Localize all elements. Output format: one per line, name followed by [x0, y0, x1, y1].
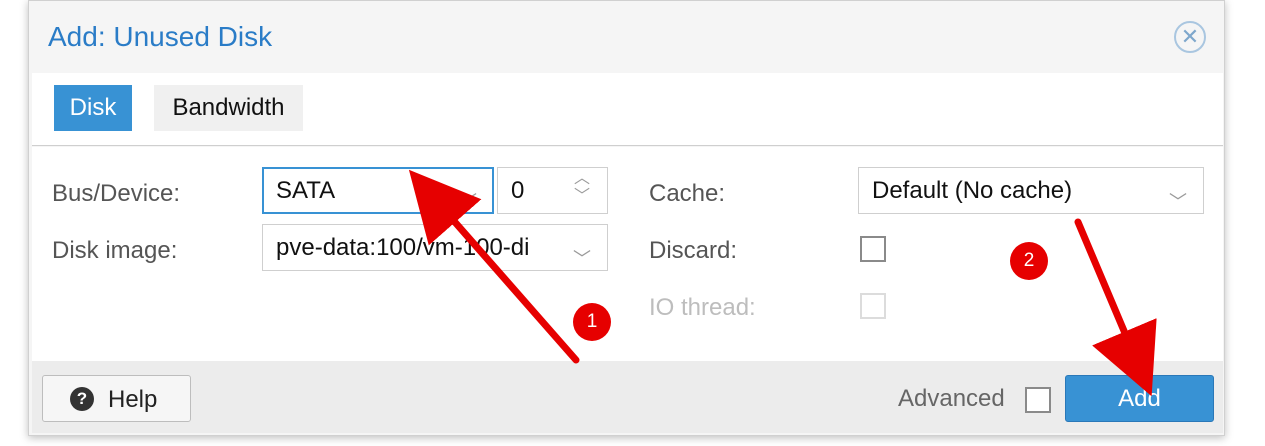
annotation-badge-1: 1: [573, 303, 611, 341]
annotation-arrows: [408, 169, 1157, 397]
annotation-arrow-2: [1074, 218, 1157, 397]
annotation-arrow-1: [408, 169, 580, 364]
annotation-badge-2: 2: [1010, 242, 1048, 280]
